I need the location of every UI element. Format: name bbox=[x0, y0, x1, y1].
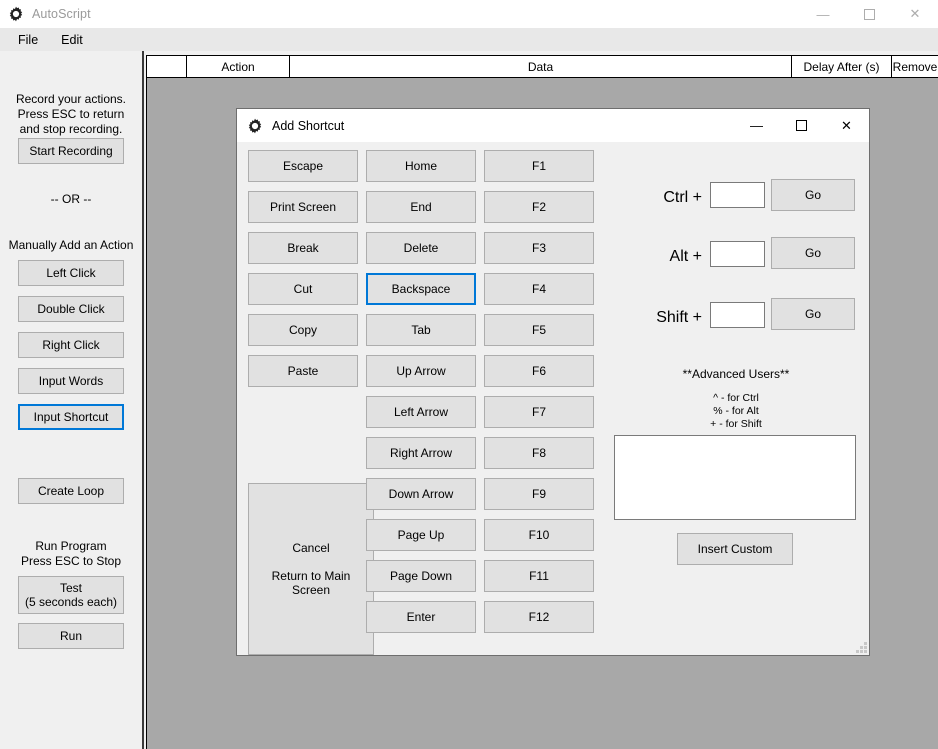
dialog-maximize-button[interactable] bbox=[779, 109, 824, 142]
sidebar-item-input-words[interactable]: Input Words bbox=[18, 368, 124, 394]
key-button-left-arrow[interactable]: Left Arrow bbox=[366, 396, 476, 428]
shift-go-button[interactable]: Go bbox=[771, 298, 855, 330]
key-button-f1[interactable]: F1 bbox=[484, 150, 594, 182]
key-button-f4[interactable]: F4 bbox=[484, 273, 594, 305]
insert-custom-button[interactable]: Insert Custom bbox=[677, 533, 793, 565]
dialog-minimize-button[interactable]: — bbox=[734, 109, 779, 142]
grid-header-row: Action Data Delay After (s) Remove bbox=[147, 56, 938, 78]
key-button-backspace[interactable]: Backspace bbox=[366, 273, 476, 305]
dialog-window-controls: — ✕ bbox=[734, 109, 869, 142]
grid-header-data[interactable]: Data bbox=[290, 56, 792, 77]
ctrl-modifier-label: Ctrl + bbox=[663, 189, 702, 206]
alt-modifier-input[interactable] bbox=[710, 241, 765, 267]
gear-icon bbox=[7, 5, 25, 23]
key-button-copy[interactable]: Copy bbox=[248, 314, 358, 346]
grid-header-delay[interactable]: Delay After (s) bbox=[792, 56, 892, 77]
dialog-body: Escape Print Screen Break Cut Copy Paste… bbox=[237, 142, 869, 655]
window-title: AutoScript bbox=[32, 7, 91, 21]
record-help-text: Record your actions. Press ESC to return… bbox=[15, 92, 127, 136]
cancel-button[interactable]: Cancel Return to Main Screen bbox=[248, 483, 374, 655]
ctrl-modifier-input[interactable] bbox=[710, 182, 765, 208]
key-button-up-arrow[interactable]: Up Arrow bbox=[366, 355, 476, 387]
key-button-f8[interactable]: F8 bbox=[484, 437, 594, 469]
manual-add-header: Manually Add an Action bbox=[8, 238, 134, 252]
key-button-paste[interactable]: Paste bbox=[248, 355, 358, 387]
gear-icon bbox=[246, 117, 264, 135]
dialog-close-button[interactable]: ✕ bbox=[824, 109, 869, 142]
key-button-delete[interactable]: Delete bbox=[366, 232, 476, 264]
key-button-right-arrow[interactable]: Right Arrow bbox=[366, 437, 476, 469]
grid-header-remove[interactable]: Remove bbox=[892, 56, 938, 77]
key-button-break[interactable]: Break bbox=[248, 232, 358, 264]
key-button-escape[interactable]: Escape bbox=[248, 150, 358, 182]
key-button-down-arrow[interactable]: Down Arrow bbox=[366, 478, 476, 510]
key-button-f9[interactable]: F9 bbox=[484, 478, 594, 510]
main-titlebar: AutoScript — ✕ bbox=[0, 0, 938, 28]
key-button-f10[interactable]: F10 bbox=[484, 519, 594, 551]
key-button-home[interactable]: Home bbox=[366, 150, 476, 182]
sidebar-item-right-click[interactable]: Right Click bbox=[18, 332, 124, 358]
key-button-cut[interactable]: Cut bbox=[248, 273, 358, 305]
key-button-page-up[interactable]: Page Up bbox=[366, 519, 476, 551]
menubar: File Edit bbox=[0, 28, 938, 51]
key-button-f2[interactable]: F2 bbox=[484, 191, 594, 223]
custom-shortcut-textarea[interactable] bbox=[614, 435, 856, 520]
or-divider-text: -- OR -- bbox=[50, 192, 92, 206]
key-button-f12[interactable]: F12 bbox=[484, 601, 594, 633]
sidebar-item-input-shortcut[interactable]: Input Shortcut bbox=[18, 404, 124, 430]
start-recording-button[interactable]: Start Recording bbox=[18, 138, 124, 164]
sidebar-item-left-click[interactable]: Left Click bbox=[18, 260, 124, 286]
alt-go-button[interactable]: Go bbox=[771, 237, 855, 269]
key-button-page-down[interactable]: Page Down bbox=[366, 560, 476, 592]
key-button-f6[interactable]: F6 bbox=[484, 355, 594, 387]
key-button-tab[interactable]: Tab bbox=[366, 314, 476, 346]
dialog-titlebar: Add Shortcut — ✕ bbox=[237, 109, 869, 142]
close-button[interactable]: ✕ bbox=[892, 0, 938, 28]
key-button-f7[interactable]: F7 bbox=[484, 396, 594, 428]
window-controls: — ✕ bbox=[800, 0, 938, 28]
shift-modifier-label: Shift + bbox=[656, 309, 702, 326]
key-button-end[interactable]: End bbox=[366, 191, 476, 223]
ctrl-go-button[interactable]: Go bbox=[771, 179, 855, 211]
advanced-users-title: **Advanced Users** bbox=[682, 367, 790, 381]
key-button-enter[interactable]: Enter bbox=[366, 601, 476, 633]
alt-modifier-label: Alt + bbox=[669, 248, 702, 265]
menu-item-edit[interactable]: Edit bbox=[52, 30, 92, 50]
sidebar: Record your actions. Press ESC to return… bbox=[0, 51, 144, 749]
grid-header-action[interactable]: Action bbox=[187, 56, 290, 77]
add-shortcut-dialog: Add Shortcut — ✕ Escape Print Screen Bre… bbox=[236, 108, 870, 656]
key-button-f5[interactable]: F5 bbox=[484, 314, 594, 346]
menu-item-file[interactable]: File bbox=[9, 30, 47, 50]
minimize-button[interactable]: — bbox=[800, 0, 846, 28]
run-help-text: Run Program Press ESC to Stop bbox=[20, 539, 122, 568]
run-button[interactable]: Run bbox=[18, 623, 124, 649]
sidebar-item-double-click[interactable]: Double Click bbox=[18, 296, 124, 322]
test-button[interactable]: Test (5 seconds each) bbox=[18, 576, 124, 614]
resize-grip[interactable] bbox=[854, 640, 867, 653]
shift-modifier-input[interactable] bbox=[710, 302, 765, 328]
key-button-print-screen[interactable]: Print Screen bbox=[248, 191, 358, 223]
dialog-title: Add Shortcut bbox=[272, 118, 345, 133]
create-loop-button[interactable]: Create Loop bbox=[18, 478, 124, 504]
key-button-f11[interactable]: F11 bbox=[484, 560, 594, 592]
advanced-users-legend: ^ - for Ctrl % - for Alt + - for Shift bbox=[710, 392, 762, 430]
maximize-button[interactable] bbox=[846, 0, 892, 28]
key-button-f3[interactable]: F3 bbox=[484, 232, 594, 264]
grid-header-blank[interactable] bbox=[147, 56, 187, 77]
